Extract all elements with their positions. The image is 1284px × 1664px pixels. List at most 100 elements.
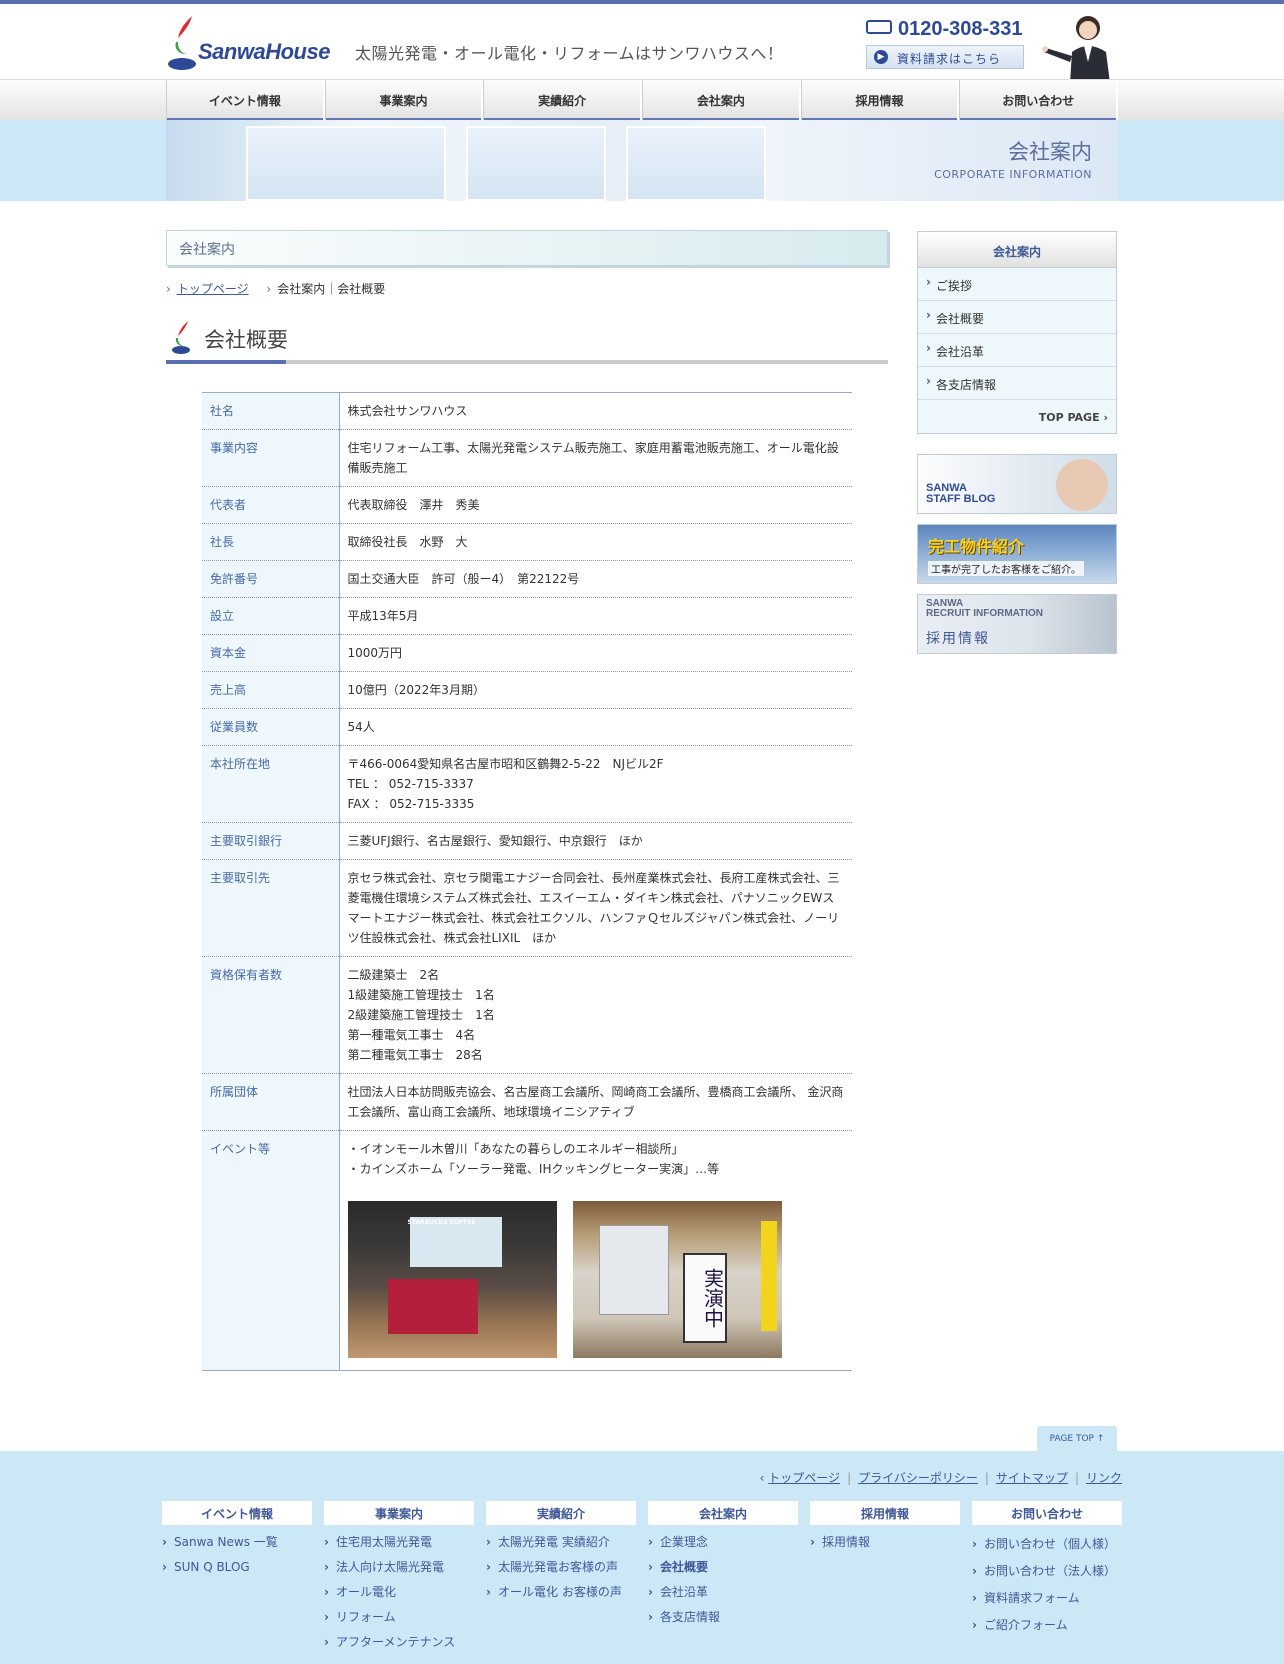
row-value: 1000万円 (339, 634, 852, 672)
completed-works-banner[interactable]: 完工物件紹介 工事が完了したお客様をご紹介。 (917, 524, 1117, 584)
event-photo-aeon: STARBUCKS COFFEE (347, 1201, 557, 1358)
footer-link[interactable]: オール電化 (324, 1584, 474, 1600)
qualification-line: 第二種電気工事士 28名 (347, 1048, 483, 1062)
footer-column-business: 事業案内 住宅用太陽光発電 法人向け太陽光発電 オール電化 リフォーム アフター… (324, 1501, 474, 1650)
logo-wordmark: SanwaHouse (198, 39, 330, 64)
logo-mark-icon (172, 321, 190, 354)
page-top-label: PAGE TOP (1049, 1434, 1094, 1444)
table-row: 売上高 10億円（2022年3月期） (202, 671, 852, 709)
row-value: 平成13年5月 (339, 597, 852, 635)
banner-title: 完工物件紹介 (928, 537, 1025, 556)
qualification-line: 2級建築施工管理技士 1名 (347, 1008, 495, 1022)
footer-column-results: 実績紹介 太陽光発電 実績紹介 太陽光発電お客様の声 オール電化 お客様の声 (486, 1501, 636, 1600)
table-row: 社長 取締役社長 水野 大 (202, 523, 852, 561)
footer-link[interactable]: リフォーム (324, 1609, 474, 1625)
qualification-line: 第一種電気工事士 4名 (347, 1028, 476, 1042)
table-row: 従業員数 54人 (202, 708, 852, 746)
row-label: 主要取引銀行 (202, 822, 340, 860)
request-documents-label: 資料請求はこちら (897, 52, 1002, 66)
footer-column-head[interactable]: お問い合わせ (972, 1501, 1122, 1525)
table-row: 社名 株式会社サンワハウス (202, 392, 852, 430)
banner-title: 会社案内 (1008, 140, 1092, 164)
footer-link[interactable]: お問い合わせ（法人様） (972, 1563, 1122, 1579)
request-documents-button[interactable]: ▶ 資料請求はこちら (866, 45, 1024, 69)
footer-column-head[interactable]: 会社案内 (648, 1501, 798, 1525)
footer-link[interactable]: オール電化 お客様の声 (486, 1584, 636, 1600)
footer-link[interactable]: Sanwa News 一覧 (162, 1534, 312, 1550)
footer-link-sitemap[interactable]: サイトマップ (996, 1471, 1068, 1485)
table-row: 所属団体 社団法人日本訪問販売協会、名古屋商工会議所、岡崎商工会議所、豊橋商工会議… (202, 1073, 852, 1131)
footer-link-current[interactable]: 会社概要 (648, 1559, 798, 1575)
breadcrumb-home-link[interactable]: トップページ (177, 282, 249, 296)
staff-photo (1056, 459, 1108, 511)
footer-link[interactable]: 太陽光発電お客様の声 (486, 1559, 636, 1575)
recruit-banner[interactable]: SANWA RECRUIT INFORMATION 採用情報 (917, 594, 1117, 654)
nav-business[interactable]: 事業案内 (324, 80, 484, 121)
footer-link[interactable]: アフターメンテナンス (324, 1634, 474, 1650)
row-value: 取締役社長 水野 大 (339, 523, 852, 561)
page-top-button[interactable]: PAGE TOP ↑ (1037, 1426, 1117, 1452)
page-banner: 会社案内 CORPORATE INFORMATION (0, 120, 1284, 201)
row-value: 二級建築士 2名 1級建築施工管理技士 1名 2級建築施工管理技士 1名 第一種… (339, 956, 852, 1074)
footer-link-top[interactable]: トップページ (768, 1471, 840, 1485)
footer-link[interactable]: 企業理念 (648, 1534, 798, 1550)
footer-link[interactable]: 太陽光発電 実績紹介 (486, 1534, 636, 1550)
footer-link-links[interactable]: リンク (1086, 1471, 1122, 1485)
footer-link-privacy[interactable]: プライバシーポリシー (858, 1471, 978, 1485)
qualification-line: 二級建築士 2名 (347, 968, 440, 982)
photo-sign-text: 実演中 (682, 1253, 727, 1343)
nav-results[interactable]: 実績紹介 (483, 80, 643, 121)
nav-event[interactable]: イベント情報 (166, 80, 325, 121)
table-row: 資格保有者数 二級建築士 2名 1級建築施工管理技士 1名 2級建築施工管理技士… (202, 956, 852, 1074)
footer-column-head[interactable]: 実績紹介 (486, 1501, 636, 1525)
phone-number: 0120-308-331 (898, 18, 1023, 40)
footer-link[interactable]: 採用情報 (810, 1534, 960, 1550)
footer-column-head[interactable]: イベント情報 (162, 1501, 312, 1525)
row-value: ・イオンモール木曽川「あなたの暮らしのエネルギー相談所」 ・カインズホーム「ソー… (339, 1130, 852, 1371)
footer-link[interactable]: 会社沿革 (648, 1584, 798, 1600)
site-logo[interactable]: SanwaHouse (166, 14, 336, 72)
arrow-up-icon: ↑ (1096, 1434, 1105, 1444)
table-row: 本社所在地 〒466-0064愛知県名古屋市昭和区鶴舞2-5-22 NJビル2F… (202, 745, 852, 823)
staff-blog-banner[interactable]: SANWA STAFF BLOG (917, 454, 1117, 514)
sidebar-item-history[interactable]: 会社沿革 (918, 334, 1116, 367)
event-line: ・カインズホーム「ソーラー発電、IHクッキングヒーター実演」…等 (347, 1162, 720, 1176)
company-info-table: 社名 株式会社サンワハウス 事業内容 住宅リフォーム工事、太陽光発電システム販売施工… (202, 392, 852, 1371)
row-label: 事業内容 (202, 429, 340, 487)
table-row: 免許番号 国土交通大臣 許可（般ー4） 第22122号 (202, 560, 852, 598)
banner-line: RECRUIT INFORMATION (926, 608, 1044, 619)
row-value: 三菱UFJ銀行、名古屋銀行、愛知銀行、中京銀行 ほか (339, 822, 852, 860)
footer-column-head[interactable]: 事業案内 (324, 1501, 474, 1525)
row-label: 代表者 (202, 486, 340, 524)
nav-contact[interactable]: お問い合わせ (959, 80, 1119, 121)
row-label: 社長 (202, 523, 340, 561)
breadcrumb-current: 会社案内｜会社概要 (277, 282, 386, 296)
footer-column-head[interactable]: 採用情報 (810, 1501, 960, 1525)
footer-link[interactable]: 法人向け太陽光発電 (324, 1559, 474, 1575)
staff-lady-image (1042, 16, 1110, 83)
global-nav: イベント情報 事業案内 実績紹介 会社案内 採用情報 お問い合わせ (0, 79, 1284, 121)
footer-link[interactable]: 資料請求フォーム (972, 1590, 1122, 1606)
row-value: 京セラ株式会社、京セラ関電エナジー合同会社、長州産業株式会社、長府工産株式会社、… (339, 859, 852, 957)
footer-link[interactable]: ご紹介フォーム (972, 1617, 1122, 1633)
footer-link[interactable]: SUN Q BLOG (162, 1559, 312, 1575)
table-row: イベント等 ・イオンモール木曽川「あなたの暮らしのエネルギー相談所」 ・カインズ… (202, 1130, 852, 1371)
footer-link[interactable]: お問い合わせ（個人様） (972, 1536, 1122, 1552)
footer-column-company: 会社案内 企業理念 会社概要 会社沿革 各支店情報 (648, 1501, 798, 1625)
nav-company[interactable]: 会社案内 (642, 80, 801, 121)
banner-line: STAFF BLOG (926, 493, 996, 505)
footer-column-recruit: 採用情報 採用情報 (810, 1501, 960, 1550)
row-label: 所属団体 (202, 1073, 340, 1131)
footer-link[interactable]: 各支店情報 (648, 1609, 798, 1625)
row-value: 〒466-0064愛知県名古屋市昭和区鶴舞2-5-22 NJビル2F TEL ：… (339, 745, 852, 823)
table-row: 資本金 1000万円 (202, 634, 852, 672)
sidebar-top-page-link[interactable]: TOP PAGE › (1039, 411, 1108, 424)
nav-recruit[interactable]: 採用情報 (800, 80, 960, 121)
banner-image: 会社案内 CORPORATE INFORMATION (166, 120, 1118, 201)
sidebar-item-greeting[interactable]: ご挨拶 (918, 268, 1116, 301)
row-label: 設立 (202, 597, 340, 635)
footer-link[interactable]: 住宅用太陽光発電 (324, 1534, 474, 1550)
sidebar-item-overview[interactable]: 会社概要 (918, 301, 1116, 334)
chevron-right-icon: › (1103, 411, 1108, 424)
sidebar-item-branches[interactable]: 各支店情報 (918, 367, 1116, 400)
